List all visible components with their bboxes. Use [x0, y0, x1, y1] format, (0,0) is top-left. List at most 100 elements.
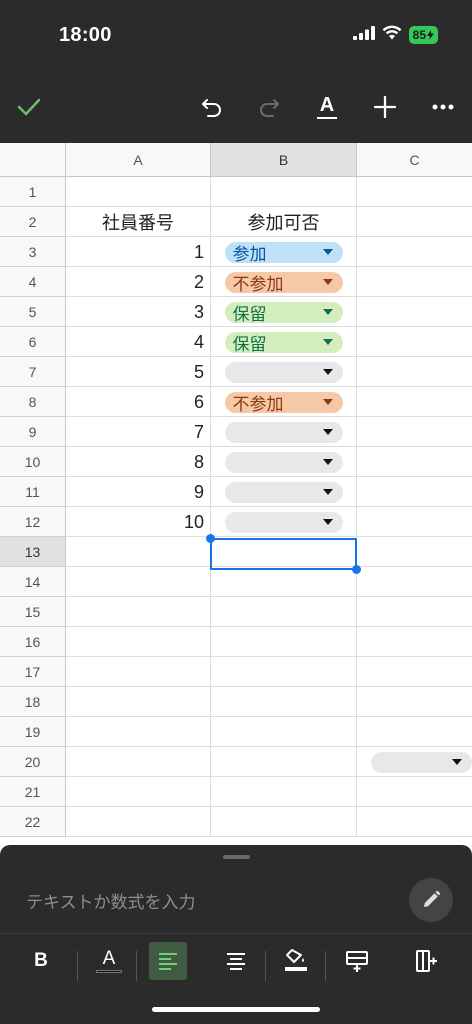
cell-a16[interactable] [66, 627, 211, 657]
row-header-10[interactable]: 10 [0, 447, 66, 477]
cell-c6[interactable] [357, 327, 472, 357]
status-dropdown-chip[interactable] [224, 421, 343, 443]
cell-a22[interactable] [66, 807, 211, 837]
cell-c3[interactable] [357, 237, 472, 267]
cell-a20[interactable] [66, 747, 211, 777]
status-dropdown-chip[interactable]: 保留 [224, 331, 343, 354]
row-header-4[interactable]: 4 [0, 267, 66, 297]
cell-a15[interactable] [66, 597, 211, 627]
row-header-15[interactable]: 15 [0, 597, 66, 627]
cell-c20[interactable] [357, 747, 472, 777]
cell-c19[interactable] [357, 717, 472, 747]
cell-a2[interactable]: 社員番号 [66, 207, 211, 237]
row-header-19[interactable]: 19 [0, 717, 66, 747]
cell-c18[interactable] [357, 687, 472, 717]
redo-icon[interactable] [249, 85, 289, 129]
cell-a21[interactable] [66, 777, 211, 807]
row-header-22[interactable]: 22 [0, 807, 66, 837]
row-header-8[interactable]: 8 [0, 387, 66, 417]
cell-a14[interactable] [66, 567, 211, 597]
cell-b10[interactable] [211, 447, 357, 477]
cell-b9[interactable] [211, 417, 357, 447]
status-dropdown-chip[interactable]: 不参加 [224, 391, 343, 414]
cell-b4[interactable]: 不参加 [211, 267, 357, 297]
spreadsheet-grid[interactable]: A B C 1 2 社員番号 参加可否 3 1 参加 4 2 不参加 5 3 保留 6 4 保留 7 5 8 6 不参加… [0, 143, 472, 845]
cell-b20[interactable] [211, 747, 357, 777]
row-header-18[interactable]: 18 [0, 687, 66, 717]
cell-c16[interactable] [357, 627, 472, 657]
cell-a11[interactable]: 9 [66, 477, 211, 507]
cell-b1[interactable] [211, 177, 357, 207]
cell-b22[interactable] [211, 807, 357, 837]
cell-b11[interactable] [211, 477, 357, 507]
row-header-11[interactable]: 11 [0, 477, 66, 507]
cell-a9[interactable]: 7 [66, 417, 211, 447]
cell-b14[interactable] [211, 567, 357, 597]
column-header-b[interactable]: B [211, 143, 357, 177]
row-header-3[interactable]: 3 [0, 237, 66, 267]
row-header-13[interactable]: 13 [0, 537, 66, 567]
row-header-12[interactable]: 12 [0, 507, 66, 537]
cell-b12[interactable] [211, 507, 357, 537]
row-header-20[interactable]: 20 [0, 747, 66, 777]
cell-a8[interactable]: 6 [66, 387, 211, 417]
cell-b18[interactable] [211, 687, 357, 717]
cell-c13[interactable] [357, 537, 472, 567]
row-header-17[interactable]: 17 [0, 657, 66, 687]
status-dropdown-chip[interactable]: 不参加 [224, 271, 343, 294]
cell-b21[interactable] [211, 777, 357, 807]
cell-c17[interactable] [357, 657, 472, 687]
row-header-7[interactable]: 7 [0, 357, 66, 387]
cell-a13[interactable] [66, 537, 211, 567]
insert-column-icon[interactable] [407, 942, 445, 980]
cell-b19[interactable] [211, 717, 357, 747]
panel-grabber[interactable] [223, 855, 250, 859]
selection-handle-top-left[interactable] [206, 534, 215, 543]
plus-icon[interactable] [365, 85, 405, 129]
cell-b5[interactable]: 保留 [211, 297, 357, 327]
row-header-14[interactable]: 14 [0, 567, 66, 597]
cell-c14[interactable] [357, 567, 472, 597]
cell-a5[interactable]: 3 [66, 297, 211, 327]
cell-a6[interactable]: 4 [66, 327, 211, 357]
cell-c11[interactable] [357, 477, 472, 507]
cell-c10[interactable] [357, 447, 472, 477]
insert-row-icon[interactable] [338, 942, 376, 980]
cell-c9[interactable] [357, 417, 472, 447]
fill-color-icon[interactable] [277, 942, 315, 980]
cell-b17[interactable] [211, 657, 357, 687]
row-header-2[interactable]: 2 [0, 207, 66, 237]
cell-a3[interactable]: 1 [66, 237, 211, 267]
formula-input[interactable]: テキストか数式を入力 [26, 888, 196, 913]
row-header-5[interactable]: 5 [0, 297, 66, 327]
bold-icon[interactable]: B [22, 942, 60, 980]
cell-c8[interactable] [357, 387, 472, 417]
cell-a17[interactable] [66, 657, 211, 687]
cell-b3[interactable]: 参加 [211, 237, 357, 267]
cell-c4[interactable] [357, 267, 472, 297]
status-dropdown-chip[interactable] [224, 451, 343, 473]
column-header-a[interactable]: A [66, 143, 211, 177]
status-dropdown-chip[interactable] [224, 481, 343, 503]
row-header-1[interactable]: 1 [0, 177, 66, 207]
more-icon[interactable] [423, 85, 463, 129]
cell-c1[interactable] [357, 177, 472, 207]
cell-a19[interactable] [66, 717, 211, 747]
row-header-9[interactable]: 9 [0, 417, 66, 447]
selection-handle-bottom-right[interactable] [352, 565, 361, 574]
cell-b2[interactable]: 参加可否 [211, 207, 357, 237]
status-dropdown-chip[interactable] [224, 361, 343, 383]
cell-c21[interactable] [357, 777, 472, 807]
status-dropdown-chip[interactable]: 参加 [224, 241, 343, 264]
text-color-icon[interactable]: A [90, 942, 128, 980]
column-header-c[interactable]: C [357, 143, 472, 177]
cell-b8[interactable]: 不参加 [211, 387, 357, 417]
cell-a4[interactable]: 2 [66, 267, 211, 297]
cell-a7[interactable]: 5 [66, 357, 211, 387]
status-dropdown-chip[interactable] [371, 751, 472, 773]
text-format-icon[interactable]: A [307, 85, 347, 129]
cell-a18[interactable] [66, 687, 211, 717]
row-header-6[interactable]: 6 [0, 327, 66, 357]
status-dropdown-chip[interactable] [224, 511, 343, 533]
row-header-21[interactable]: 21 [0, 777, 66, 807]
